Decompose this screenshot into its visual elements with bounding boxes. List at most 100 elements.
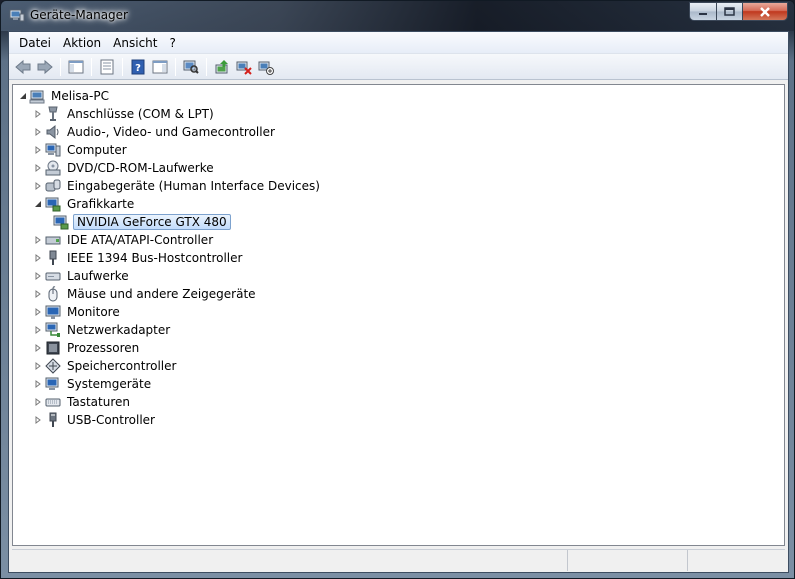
show-hide-console-tree-button[interactable] <box>65 56 87 78</box>
tree-item-nvidia-geforce-gtx-480[interactable]: NVIDIA GeForce GTX 480 <box>51 213 231 231</box>
tree-item-audio[interactable]: Audio-, Video- und Gamecontroller <box>33 123 277 141</box>
minimize-button[interactable] <box>689 2 716 21</box>
title-bar[interactable]: Geräte-Manager <box>1 1 794 31</box>
menu-help[interactable]: ? <box>163 36 181 50</box>
toolbar-separator <box>175 57 176 76</box>
tree-item-prozessoren[interactable]: Prozessoren <box>33 339 141 357</box>
tree-item-label: IEEE 1394 Bus-Hostcontroller <box>67 251 243 265</box>
tree-item-laufwerke[interactable]: Laufwerke <box>33 267 131 285</box>
expand-arrow-icon[interactable] <box>33 182 42 191</box>
tree-item-speichercontroller[interactable]: Speichercontroller <box>33 357 178 375</box>
properties-button[interactable] <box>96 56 118 78</box>
display-adapter-icon <box>45 197 61 212</box>
expand-arrow-icon[interactable] <box>33 362 42 371</box>
expand-arrow-icon[interactable] <box>33 344 42 353</box>
tree-item-label: Netzwerkadapter <box>67 323 171 337</box>
tree-item-usb[interactable]: USB-Controller <box>33 411 157 429</box>
menu-datei[interactable]: Datei <box>13 36 57 50</box>
expand-arrow-icon[interactable] <box>33 380 42 389</box>
expand-arrow-icon[interactable] <box>33 398 42 407</box>
close-icon <box>760 6 770 17</box>
status-pane-tertiary <box>688 550 785 571</box>
expand-arrow-icon[interactable] <box>33 128 42 137</box>
expand-arrow-icon[interactable] <box>33 164 42 173</box>
tree-item-label: NVIDIA GeForce GTX 480 <box>73 214 231 230</box>
expand-arrow-icon[interactable] <box>33 308 42 317</box>
tree-item-label: Eingabegeräte (Human Interface Devices) <box>67 179 320 193</box>
tree-item-label: Monitore <box>67 305 120 319</box>
tree-item-label: Computer <box>67 143 127 157</box>
update-driver-icon <box>215 59 228 73</box>
tree-item-label: USB-Controller <box>67 413 155 427</box>
tree-item-ieee1394[interactable]: IEEE 1394 Bus-Hostcontroller <box>33 249 244 267</box>
dvd-drive-icon <box>45 160 61 176</box>
status-pane-main <box>12 550 568 571</box>
show-hide-action-pane-icon <box>152 60 168 73</box>
expand-arrow-icon[interactable] <box>33 110 42 119</box>
expand-arrow-icon[interactable] <box>33 416 42 425</box>
tree-item-maeuse[interactable]: Mäuse und andere Zeigegeräte <box>33 285 258 303</box>
tree-root-label: Melisa-PC <box>51 89 109 103</box>
tree-item-label: Grafikkarte <box>67 197 135 211</box>
collapse-arrow-icon[interactable] <box>18 92 27 101</box>
tree-item-tastaturen[interactable]: Tastaturen <box>33 393 132 411</box>
tree-item-ide[interactable]: IDE ATA/ATAPI-Controller <box>33 231 215 249</box>
forward-button[interactable] <box>34 56 56 78</box>
disable-device-icon <box>258 61 274 75</box>
device-tree[interactable]: Melisa-PC Anschlüsse (COM & LPT) Audio-,… <box>12 84 785 546</box>
forward-icon <box>37 59 53 74</box>
tree-item-anschluesse[interactable]: Anschlüsse (COM & LPT) <box>33 105 216 123</box>
help-icon: ? <box>131 59 145 74</box>
keyboard-icon <box>45 398 61 407</box>
show-hide-console-tree-icon <box>68 60 84 73</box>
expand-arrow-icon[interactable] <box>33 236 42 245</box>
properties-icon <box>100 59 114 74</box>
scan-hardware-icon <box>183 60 199 74</box>
firewire-icon <box>49 250 57 265</box>
minimize-icon <box>699 12 707 15</box>
tree-item-label: Audio-, Video- und Gamecontroller <box>67 125 275 139</box>
usb-icon <box>49 412 57 427</box>
svg-text:?: ? <box>135 63 141 74</box>
help-button[interactable]: ? <box>127 56 149 78</box>
hid-icon <box>45 179 61 192</box>
speaker-icon <box>46 124 59 140</box>
status-bar <box>12 549 785 571</box>
tree-item-hid[interactable]: Eingabegeräte (Human Interface Devices) <box>33 177 322 195</box>
tree-item-label: Systemgeräte <box>67 377 152 391</box>
disable-device-button[interactable] <box>255 56 277 78</box>
expand-arrow-icon[interactable] <box>33 254 42 263</box>
tree-item-label: Anschlüsse (COM & LPT) <box>67 107 214 121</box>
toolbar-separator <box>206 57 207 76</box>
collapse-arrow-icon[interactable] <box>33 200 42 209</box>
tree-item-netzwerkadapter[interactable]: Netzwerkadapter <box>33 321 172 339</box>
disk-drive-icon <box>45 272 61 281</box>
menu-ansicht[interactable]: Ansicht <box>107 36 163 50</box>
expand-arrow-icon[interactable] <box>33 326 42 335</box>
expand-arrow-icon[interactable] <box>33 146 42 155</box>
maximize-button[interactable] <box>716 2 742 21</box>
tree-item-label: Mäuse und andere Zeigegeräte <box>67 287 256 301</box>
show-hide-action-pane-button[interactable] <box>149 56 171 78</box>
update-driver-button[interactable] <box>211 56 233 78</box>
back-icon <box>15 59 31 74</box>
close-button[interactable] <box>742 2 788 21</box>
expand-arrow-icon[interactable] <box>33 272 42 281</box>
menu-bar: Datei Aktion Ansicht ? <box>9 32 788 54</box>
back-button[interactable] <box>12 56 34 78</box>
scan-hardware-button[interactable] <box>180 56 202 78</box>
tree-item-monitore[interactable]: Monitore <box>33 303 122 321</box>
toolbar: ? <box>9 54 788 80</box>
menu-aktion[interactable]: Aktion <box>57 36 107 50</box>
toolbar-separator <box>91 57 92 76</box>
tree-item-grafikkarte[interactable]: Grafikkarte <box>33 195 136 213</box>
processor-icon <box>46 341 60 355</box>
expand-arrow-icon[interactable] <box>33 290 42 299</box>
tree-item-computer[interactable]: Computer <box>33 141 129 159</box>
tree-root-melisa-pc[interactable]: Melisa-PC <box>15 87 111 105</box>
uninstall-button[interactable] <box>233 56 255 78</box>
tree-item-dvd[interactable]: DVD/CD-ROM-Laufwerke <box>33 159 216 177</box>
toolbar-separator <box>122 57 123 76</box>
tree-item-label: Laufwerke <box>67 269 129 283</box>
tree-item-systemgeraete[interactable]: Systemgeräte <box>33 375 153 393</box>
